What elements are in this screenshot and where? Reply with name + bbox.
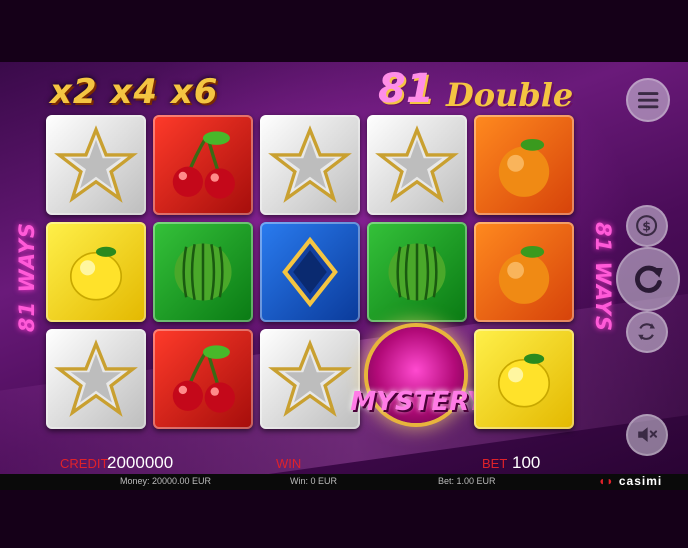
spin-icon (634, 265, 663, 293)
menu-icon (637, 91, 659, 109)
credit-label: CREDIT (60, 456, 109, 471)
game-logo-word: Double (446, 76, 574, 114)
watermelon-icon (174, 243, 232, 301)
symbol-cherry (153, 115, 253, 215)
cherry-icon (172, 345, 235, 413)
svg-text:$: $ (643, 219, 652, 234)
symbol-lemon (474, 329, 574, 429)
symbol-star (260, 115, 360, 215)
autoplay-button[interactable] (626, 311, 668, 353)
footer-win: Win: 0 EUR (290, 476, 338, 486)
brand-mark-icon: ◖◗ (598, 474, 619, 488)
coin-icon: $ (636, 215, 658, 237)
symbol-lemon (46, 222, 146, 322)
star-icon (375, 125, 459, 203)
bet-label: BET (482, 456, 508, 471)
footer-bar (0, 474, 688, 490)
bottom-letterbox (0, 490, 688, 548)
game-logo-number: 81 (378, 66, 434, 112)
star-icon (54, 339, 138, 417)
top-letterbox (0, 0, 688, 62)
autoplay-icon (638, 323, 656, 341)
win-label: WIN (276, 456, 302, 471)
mute-icon (638, 427, 658, 443)
footer-bet: Bet: 1.00 EUR (438, 476, 496, 486)
brand-logo: ◖◗ casimi (598, 474, 662, 488)
orange-fruit-icon (498, 138, 550, 197)
menu-button[interactable] (626, 78, 670, 122)
symbol-watermelon (367, 222, 467, 322)
symbol-star (46, 115, 146, 215)
star-icon (54, 125, 138, 203)
symbol-orange (474, 115, 574, 215)
spin-button[interactable] (616, 247, 680, 311)
symbol-diamond (260, 222, 360, 322)
symbol-watermelon (153, 222, 253, 322)
symbol-orange (474, 222, 574, 322)
multiplier-banner: x2 x4 x6 (50, 72, 219, 112)
mystery-label: MYSTERY (350, 387, 486, 417)
ways-label-left: 81 WAYS (15, 221, 40, 333)
watermelon-icon (388, 243, 446, 301)
lemon-icon (69, 246, 123, 301)
diamond-icon (282, 236, 338, 308)
bet-value: 100 (512, 453, 541, 472)
symbol-star (46, 329, 146, 429)
symbol-star (260, 329, 360, 429)
star-icon (268, 339, 352, 417)
star-icon (268, 125, 352, 203)
credit-value: 2000000 (107, 453, 174, 472)
symbol-mystery: MYSTERY (350, 321, 486, 445)
mute-button[interactable] (626, 414, 668, 456)
lemon-icon (497, 353, 551, 408)
footer-money: Money: 20000.00 EUR (120, 476, 212, 486)
bet-settings-button[interactable]: $ (626, 205, 668, 247)
ways-label-right: 81 WAYS (591, 221, 616, 333)
brand-name: casimi (618, 474, 663, 488)
orange-fruit-icon (498, 245, 550, 304)
symbol-star (367, 115, 467, 215)
symbol-cherry (153, 329, 253, 429)
cherry-icon (172, 131, 235, 199)
